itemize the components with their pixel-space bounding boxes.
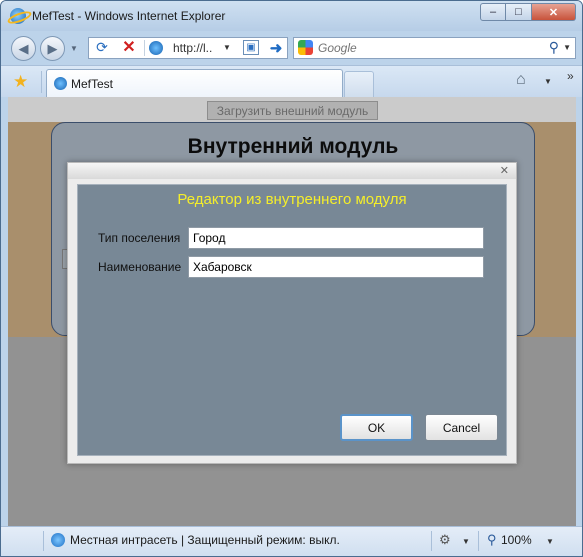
dialog-drag-bar[interactable]: ✕ [68,163,516,179]
tab-separator [41,71,42,93]
recent-pages-dropdown[interactable]: ▼ [70,44,78,53]
title-bar: MefTest - Windows Internet Explorer – □ … [1,1,582,31]
dialog-title: Редактор из внутреннего модуля [177,191,407,208]
google-icon [298,40,313,55]
new-tab-button[interactable] [344,71,374,98]
load-external-module-button[interactable]: Загрузить внешний модуль [207,101,378,120]
address-url[interactable]: http://l.. [173,41,212,55]
tab-ie-icon [54,77,67,90]
forward-icon[interactable]: ▶ [40,36,65,61]
name-label: Наименование [98,260,182,274]
module-title: Внутренний модуль [187,135,399,158]
address-dropdown[interactable]: ▼ [223,43,231,52]
ie-icon [10,8,26,24]
window-title: MefTest - Windows Internet Explorer [32,9,226,23]
address-bar[interactable]: ⟳ ✕ http://l.. ▼ ▣ ➜ [88,37,288,59]
page-toolbar: Загрузить внешний модуль [8,97,576,122]
zoom-dropdown[interactable]: ▼ [546,537,554,546]
tab-meftest[interactable]: MefTest [46,69,343,98]
navigation-bar: ◀ ▶ ▼ ⟳ ✕ http://l.. ▼ ▣ ➜ ⚲ ▼ [1,31,582,65]
search-input[interactable] [318,39,538,57]
tab-label: MefTest [71,77,114,91]
search-dropdown[interactable]: ▼ [563,43,571,52]
status-separator [478,531,479,551]
page-content: Загрузить внешний модуль Внутренний моду… [8,97,576,526]
page-ie-icon [149,41,163,55]
window-controls: – □ ✕ [480,3,576,21]
home-dropdown[interactable]: ▼ [544,77,552,86]
dialog-close-icon[interactable]: ✕ [500,164,509,177]
browser-window: MefTest - Windows Internet Explorer – □ … [0,0,583,557]
tab-bar: ★ MefTest ⌂ ▼ » [1,65,582,98]
toolbar-overflow-icon[interactable]: » [567,69,574,83]
address-separator [144,40,145,56]
editor-dialog: ✕ Редактор из внутреннего модуля Тип пос… [67,162,517,464]
refresh-icon[interactable]: ⟳ [91,39,113,57]
settlement-type-input[interactable] [188,227,484,249]
minimize-button[interactable]: – [480,3,506,21]
name-input[interactable] [188,256,484,278]
compat-view-icon[interactable]: ▣ [243,40,259,55]
zoom-icon[interactable]: ⚲ [487,532,497,548]
stop-icon[interactable]: ✕ [119,38,139,58]
go-icon[interactable]: ➜ [267,39,285,57]
settlement-type-label: Тип поселения [98,231,181,245]
ok-button[interactable]: OK [340,414,413,441]
protected-mode-dropdown[interactable]: ▼ [462,537,470,546]
home-icon[interactable]: ⌂ [516,71,526,89]
status-separator [43,531,44,551]
back-icon[interactable]: ◀ [11,36,36,61]
protected-mode-icon[interactable]: ⚙ [439,532,451,548]
zone-status-text[interactable]: Местная интрасеть | Защищенный режим: вы… [70,533,340,547]
close-window-button[interactable]: ✕ [532,3,576,21]
zoom-level[interactable]: 100% [501,533,532,547]
cancel-button[interactable]: Cancel [425,414,498,441]
search-box[interactable]: ⚲ ▼ [293,37,576,59]
favorites-star-icon[interactable]: ★ [13,72,28,92]
dialog-body: Редактор из внутреннего модуля Тип посел… [77,184,507,456]
intranet-zone-icon [51,533,65,547]
status-separator [431,531,432,551]
status-bar: Местная интрасеть | Защищенный режим: вы… [1,526,582,556]
search-icon[interactable]: ⚲ [549,39,559,56]
maximize-button[interactable]: □ [506,3,532,21]
